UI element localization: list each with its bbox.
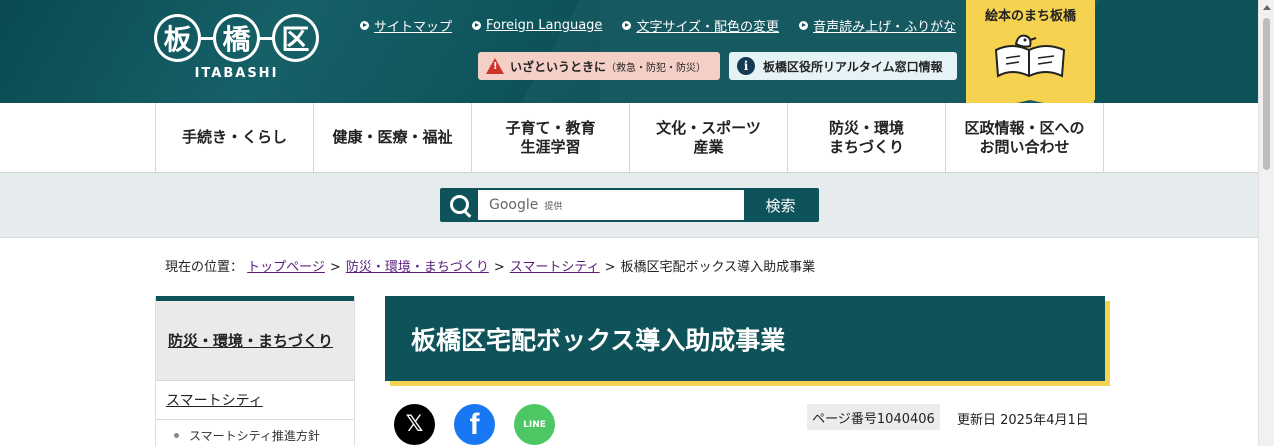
arrow-circle-icon [360, 21, 369, 30]
book-bird-icon [994, 34, 1066, 78]
emergency-label: いざというときに [510, 59, 607, 74]
site-search: Google 提供 検索 [440, 188, 819, 222]
nav-culture-sports-industry[interactable]: 文化・スポーツ 産業 [630, 103, 788, 173]
nav-procedures-living[interactable]: 手続き・くらし [156, 103, 314, 173]
social-share: 𝕏 f LINE [394, 404, 555, 445]
realtime-label: 板橋区役所リアルタイム窓口情報 [763, 59, 943, 74]
font-size-color-link-label: 文字サイズ・配色の変更 [636, 20, 780, 35]
x-share-icon[interactable]: 𝕏 [394, 404, 435, 445]
sidebar: 防災・環境・まちづくり スマートシティ スマートシティ推進方針 [155, 296, 355, 446]
line-share-icon[interactable]: LINE [514, 404, 555, 445]
page-title: 板橋区宅配ボックス導入助成事業 [385, 296, 1105, 381]
breadcrumb-link-top[interactable]: トップページ [247, 260, 325, 275]
nav-disaster-environment[interactable]: 防災・環境 まちづくり [788, 103, 946, 173]
search-input[interactable]: Google 提供 [478, 190, 744, 220]
breadcrumb-prefix: 現在の位置： [165, 260, 244, 275]
logo-kanji-1: 板 [154, 14, 202, 62]
sidebar-item-label: スマートシティ [166, 393, 263, 409]
updated-date: 更新日 2025年4月1日 [957, 413, 1089, 428]
ehon-label: 絵本のまち板橋 [984, 9, 1076, 24]
itabashi-logo[interactable]: 板 橋 区 ITABASHI [154, 14, 319, 86]
nav-childcare-education[interactable]: 子育て・教育 生涯学習 [472, 103, 630, 173]
sitemap-link[interactable]: サイトマップ [360, 16, 452, 35]
logo-connector [201, 36, 213, 40]
page-title-box: 板橋区宅配ボックス導入助成事業 [385, 296, 1110, 386]
global-nav: 手続き・くらし 健康・医療・福祉 子育て・教育 生涯学習 文化・スポーツ 産業 … [0, 103, 1258, 173]
arrow-circle-icon [799, 21, 809, 30]
page-number: ページ番号1040406 [807, 404, 940, 430]
logo-kanji-2: 橋 [212, 14, 261, 62]
breadcrumb-link-smartcity[interactable]: スマートシティ [510, 260, 600, 275]
search-provided-label: 提供 [544, 201, 563, 212]
search-provider-label: Google [489, 197, 539, 213]
global-nav-list: 手続き・くらし 健康・医療・福祉 子育て・教育 生涯学習 文化・スポーツ 産業 … [155, 103, 1104, 173]
foreign-language-link-label: Foreign Language [486, 18, 603, 33]
sidebar-item-smartcity[interactable]: スマートシティ [156, 381, 354, 420]
info-icon: i [737, 57, 755, 75]
nav-government-contact[interactable]: 区政情報・区への お問い合わせ [946, 103, 1104, 173]
scrollbar-thumb[interactable] [1263, 18, 1270, 170]
warning-icon [486, 58, 504, 74]
breadcrumb-separator: > [493, 260, 505, 275]
nav-health-welfare[interactable]: 健康・医療・福祉 [314, 103, 472, 173]
bullet-icon [174, 432, 179, 438]
realtime-window-button[interactable]: i 板橋区役所リアルタイム窓口情報 [729, 52, 957, 80]
logo-roman: ITABASHI [194, 66, 279, 81]
breadcrumb: 現在の位置： トップページ > 防災・環境・まちづくり > スマートシティ > 板橋区宅配ボ… [165, 256, 815, 275]
breadcrumb-separator: > [329, 260, 341, 275]
font-size-color-link[interactable]: 文字サイズ・配色の変更 [622, 16, 779, 35]
logo-connector [260, 36, 272, 40]
breadcrumb-current: 板橋区宅配ボックス導入助成事業 [620, 260, 816, 275]
search-button[interactable]: 検索 [744, 195, 817, 216]
utility-links: サイトマップ Foreign Language 文字サイズ・配色の変更 音声読み… [360, 16, 956, 35]
ehon-banner[interactable]: 絵本のまち板橋 [966, 0, 1095, 114]
sidebar-subitem-policy[interactable]: スマートシティ推進方針 [156, 420, 354, 446]
facebook-share-icon[interactable]: f [454, 404, 495, 445]
breadcrumb-separator: > [604, 260, 616, 275]
scrollbar[interactable] [1258, 0, 1274, 446]
read-aloud-link[interactable]: 音声読み上げ・ふりがな [799, 16, 956, 35]
scroll-up-arrow-icon[interactable] [1263, 5, 1271, 10]
read-aloud-link-label: 音声読み上げ・ふりがな [813, 20, 957, 35]
foreign-language-link[interactable]: Foreign Language [472, 16, 602, 35]
logo-kanji-3: 区 [271, 14, 319, 62]
emergency-button[interactable]: いざというときに （救急・防犯・防災） [478, 52, 720, 80]
logo-kanji-row: 板 橋 区 [154, 14, 319, 62]
emergency-sub: （救急・防犯・防災） [606, 62, 707, 74]
arrow-circle-icon [622, 21, 632, 30]
sitemap-link-label: サイトマップ [374, 20, 453, 35]
arrow-circle-icon [472, 21, 482, 30]
sidebar-subitem-label: スマートシティ推進方針 [189, 428, 320, 443]
sidebar-heading[interactable]: 防災・環境・まちづくり [156, 296, 354, 381]
search-icon [442, 190, 478, 220]
breadcrumb-link-disaster[interactable]: 防災・環境・まちづくり [346, 260, 489, 275]
sidebar-heading-label: 防災・環境・まちづくり [168, 332, 334, 350]
search-band: Google 提供 検索 [0, 173, 1258, 238]
